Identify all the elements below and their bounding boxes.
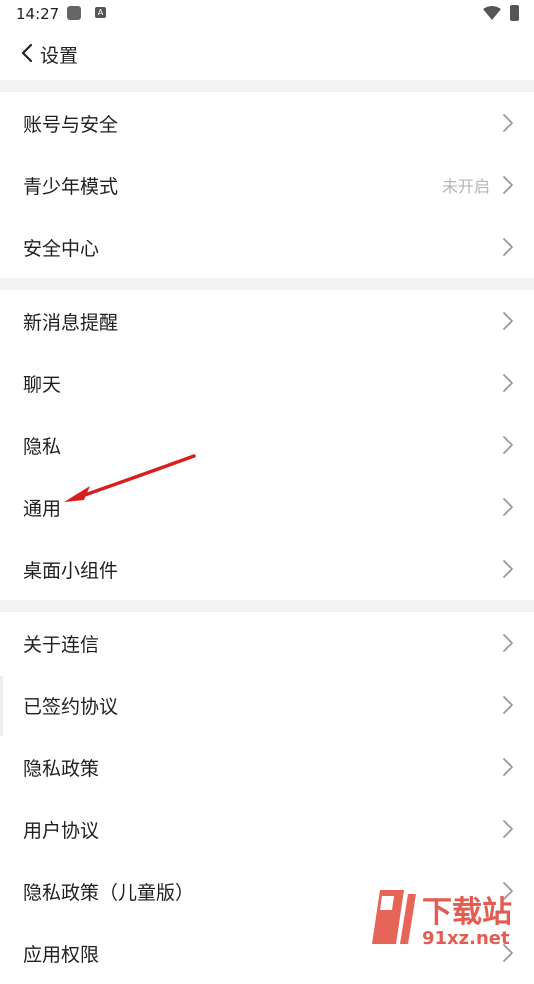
settings-item-teen-mode[interactable]: 青少年模式 未开启	[0, 154, 534, 216]
settings-item-privacy-policy[interactable]: 隐私政策	[0, 736, 534, 798]
settings-item-new-message-alert[interactable]: 新消息提醒	[0, 290, 534, 352]
chevron-right-icon	[503, 176, 513, 194]
chevron-right-icon	[503, 498, 513, 516]
section-divider	[0, 80, 534, 92]
wifi-icon	[483, 6, 501, 20]
settings-item-signed-agreements[interactable]: 已签约协议	[0, 674, 534, 736]
chevron-right-icon	[503, 436, 513, 454]
chevron-right-icon	[503, 696, 513, 714]
settings-item-label: 聊天	[23, 373, 62, 396]
navigation-bar: 设置	[0, 30, 534, 80]
settings-item-security-center[interactable]: 安全中心	[0, 216, 534, 278]
settings-item-label: 已签约协议	[23, 695, 119, 718]
page-title: 设置	[40, 45, 79, 67]
battery-icon	[510, 5, 519, 21]
a-icon: A	[95, 7, 106, 18]
settings-item-label: 通用	[23, 497, 62, 520]
chevron-right-icon	[503, 312, 513, 330]
chevron-right-icon	[503, 634, 513, 652]
settings-item-label: 关于连信	[23, 633, 100, 656]
back-button[interactable]	[14, 38, 40, 68]
settings-item-chat[interactable]: 聊天	[0, 352, 534, 414]
chevron-right-icon	[503, 820, 513, 838]
teen-mode-status: 未开启	[441, 177, 490, 196]
settings-item-label: 账号与安全	[23, 113, 119, 136]
status-bar: 14:27 A	[0, 0, 534, 30]
section-divider	[0, 600, 534, 612]
chevron-right-icon	[503, 374, 513, 392]
settings-item-user-agreement[interactable]: 用户协议	[0, 798, 534, 860]
section-divider	[0, 278, 534, 290]
watermark-logo: 下载站 91xz.net	[372, 890, 512, 949]
chevron-right-icon	[503, 560, 513, 578]
settings-item-label: 隐私政策	[23, 757, 100, 780]
square-icon	[67, 6, 81, 20]
settings-item-about[interactable]: 关于连信	[0, 612, 534, 674]
watermark-domain: 91xz.net	[422, 928, 510, 949]
settings-item-label: 应用权限	[23, 943, 100, 966]
chevron-right-icon	[503, 114, 513, 132]
chevron-right-icon	[503, 758, 513, 776]
settings-item-desktop-widget[interactable]: 桌面小组件	[0, 538, 534, 600]
settings-item-label: 隐私	[23, 435, 62, 458]
settings-item-label: 隐私政策（儿童版）	[23, 881, 195, 904]
settings-item-label: 青少年模式	[23, 175, 119, 198]
red-arrow-annotation	[64, 454, 196, 502]
settings-item-account-security[interactable]: 账号与安全	[0, 92, 534, 154]
settings-item-label: 桌面小组件	[23, 559, 119, 582]
chevron-left-icon	[21, 44, 33, 62]
chevron-right-icon	[503, 238, 513, 256]
settings-item-label: 用户协议	[23, 819, 100, 842]
status-time: 14:27	[16, 5, 60, 23]
settings-item-label: 安全中心	[23, 237, 100, 260]
watermark-brand: 下载站	[422, 895, 512, 930]
settings-item-label: 新消息提醒	[23, 311, 119, 334]
